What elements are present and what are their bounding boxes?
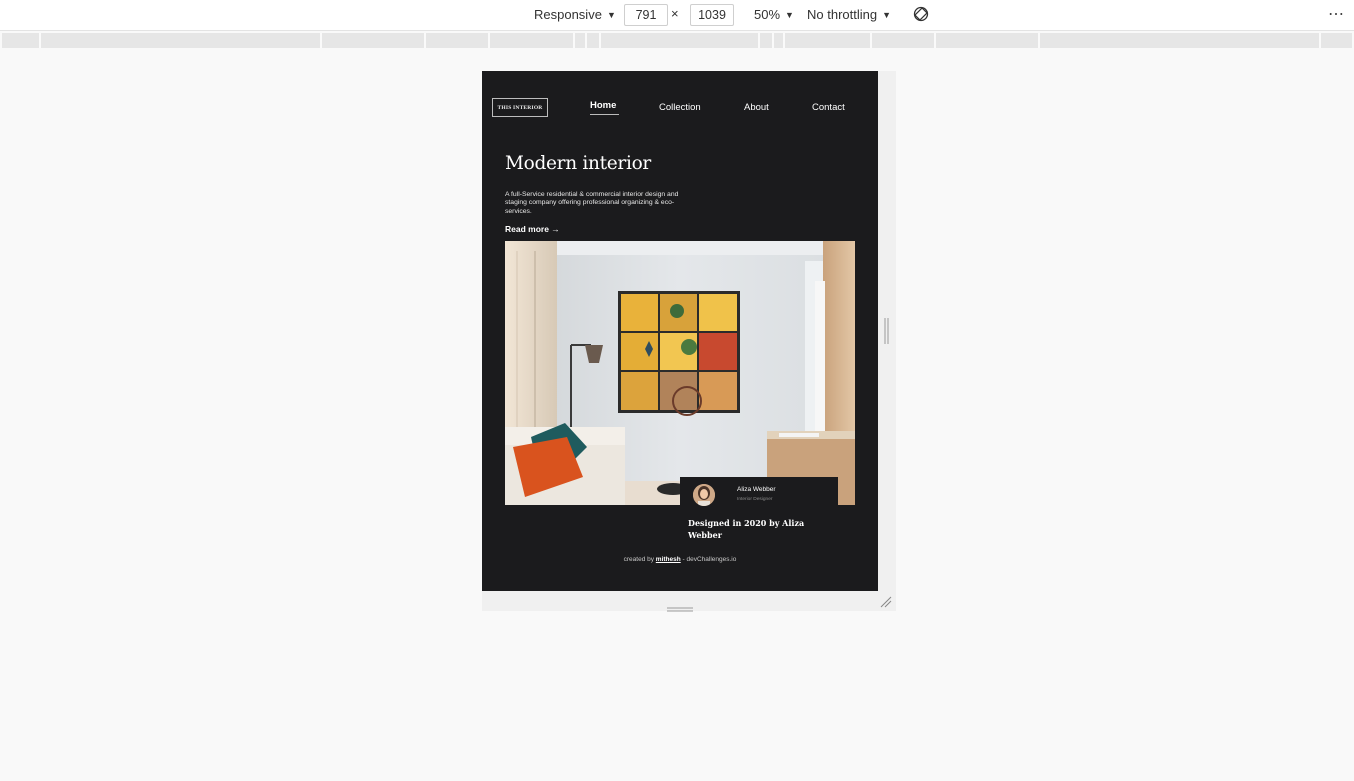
hero-image xyxy=(505,241,855,505)
device-mode-label: Responsive xyxy=(534,7,602,22)
viewport-height-input[interactable]: 1039 xyxy=(690,4,734,26)
nav-home[interactable]: Home xyxy=(590,100,616,111)
dimension-separator: × xyxy=(671,6,679,21)
read-more-link[interactable]: Read more → xyxy=(505,224,560,234)
nav-about[interactable]: About xyxy=(744,102,769,113)
hero-title: Modern interior xyxy=(505,153,651,174)
designer-card: Aliza Webber Interior Designer Designed … xyxy=(680,477,838,540)
zoom-dropdown[interactable]: 50% ▼ xyxy=(754,7,794,22)
nav-collection[interactable]: Collection xyxy=(659,102,701,113)
site-logo[interactable]: THIS INTERIOR xyxy=(492,98,548,117)
designer-role: Interior Designer xyxy=(737,497,773,502)
rotate-icon[interactable] xyxy=(913,6,929,22)
avatar xyxy=(693,484,715,506)
footer-suffix: - devChallenges.io xyxy=(680,556,737,563)
device-mode-dropdown[interactable]: Responsive ▼ xyxy=(534,7,616,22)
resize-handle-right[interactable] xyxy=(884,318,889,344)
page-viewport: THIS INTERIOR Home Collection About Cont… xyxy=(482,71,878,591)
nav-active-underline xyxy=(590,114,619,115)
footer-author-link[interactable]: mithesh xyxy=(656,556,681,563)
designer-caption: Designed in 2020 by Aliza Webber xyxy=(688,518,805,540)
device-toolbar: Responsive ▼ 791 × 1039 50% ▼ No throttlin… xyxy=(0,0,1354,31)
more-options-icon[interactable]: ⋯ xyxy=(1328,4,1345,24)
footer-prefix: created by xyxy=(623,556,656,563)
throttling-dropdown[interactable]: No throttling ▼ xyxy=(807,7,891,22)
viewport-width-input[interactable]: 791 xyxy=(624,4,668,26)
chevron-down-icon: ▼ xyxy=(785,10,794,20)
hero-description: A full-Service residential & commercial … xyxy=(505,191,679,215)
nav-contact[interactable]: Contact xyxy=(812,102,845,113)
chevron-down-icon: ▼ xyxy=(882,10,892,20)
designer-name: Aliza Webber xyxy=(737,486,776,493)
zoom-label: 50% xyxy=(754,7,781,22)
site-footer: created by mithesh - devChallenges.io xyxy=(482,556,878,563)
resize-corner-icon[interactable] xyxy=(879,594,893,608)
media-query-bar[interactable] xyxy=(2,33,1352,48)
resize-handle-bottom[interactable] xyxy=(667,598,693,612)
chevron-down-icon: ▼ xyxy=(606,10,616,20)
throttling-label: No throttling xyxy=(807,7,878,22)
